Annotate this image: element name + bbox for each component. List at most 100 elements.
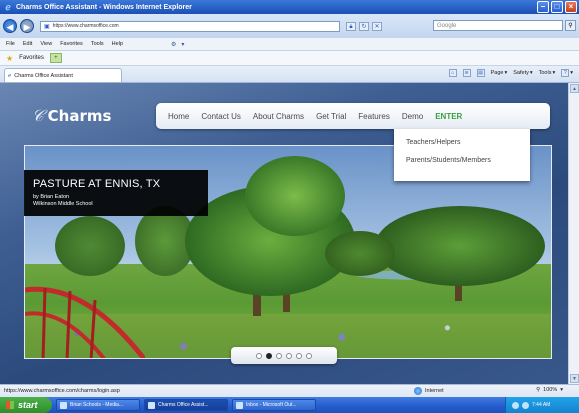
favorites-star-icon[interactable]: ★: [6, 54, 13, 63]
scroll-down-icon[interactable]: ▼: [570, 374, 579, 383]
page-label: Page: [490, 70, 504, 76]
feeds-command[interactable]: ≋: [462, 69, 471, 77]
help-icon: ?: [561, 69, 570, 77]
feeds-icon: ≋: [462, 69, 471, 77]
red-fence: [25, 286, 145, 358]
nav-demo[interactable]: Demo: [402, 112, 423, 121]
menu-edit[interactable]: Edit: [23, 41, 32, 47]
start-button[interactable]: start: [0, 397, 52, 413]
nav-enter[interactable]: ENTER: [435, 112, 462, 121]
close-button[interactable]: ×: [565, 1, 577, 13]
app-icon: [60, 401, 67, 409]
menu-tools[interactable]: Tools: [91, 41, 104, 47]
home-icon: ⌂: [448, 69, 457, 77]
nav-about-charms[interactable]: About Charms: [253, 112, 304, 121]
tree-canopy: [55, 216, 125, 276]
slide-caption-byline: by Brian Eaton: [33, 194, 70, 200]
status-bar: https://www.charmsoffice.com/charms/logi…: [0, 384, 579, 397]
nav-contact-us[interactable]: Contact Us: [201, 112, 241, 121]
help-command[interactable]: ? ▾: [561, 69, 573, 77]
volume-icon[interactable]: [522, 401, 529, 409]
ie-logo-icon: ℯ: [5, 2, 11, 12]
taskbar-item-label: Inbox - Microsoft Out...: [246, 402, 297, 408]
slider-dot[interactable]: [256, 352, 262, 359]
favorites-label[interactable]: Favorites: [19, 55, 44, 61]
slider-dot[interactable]: [266, 352, 272, 359]
address-bar[interactable]: ▣ https://www.charmsoffice.com: [40, 20, 340, 32]
safety-command[interactable]: Safety ▾: [513, 70, 532, 76]
maximize-button[interactable]: □: [551, 1, 563, 13]
forward-button[interactable]: ▶: [20, 19, 34, 33]
address-url: https://www.charmsoffice.com: [52, 23, 119, 29]
refresh-icon[interactable]: ↻: [359, 21, 369, 31]
dropdown-item-parents[interactable]: Parents/Students/Members: [406, 157, 530, 164]
browser-tab-active[interactable]: ℯ Charms Office Assistant: [4, 68, 122, 82]
taskbar-item-media[interactable]: Brian Schools - Media...: [56, 399, 140, 411]
menu-favorites[interactable]: Favorites: [60, 41, 83, 47]
vertical-scrollbar[interactable]: ▲ ▼: [568, 83, 579, 384]
dropdown-item-teachers[interactable]: Teachers/Helpers: [406, 139, 530, 146]
stop-icon[interactable]: ✕: [372, 21, 382, 31]
network-icon[interactable]: [512, 401, 519, 409]
window-title-bar: ℯ Charms Office Assistant - Windows Inte…: [0, 0, 579, 14]
home-command[interactable]: ⌂: [448, 69, 457, 77]
slider-dot[interactable]: [296, 352, 302, 359]
windows-taskbar: start Brian Schools - Media... Charms Of…: [0, 397, 579, 413]
back-button[interactable]: ◀: [3, 19, 17, 33]
menu-help[interactable]: Help: [112, 41, 123, 47]
security-zone[interactable]: Internet: [414, 387, 444, 395]
system-tray: 7:44 AM: [505, 397, 579, 413]
favorites-bar: ★ Favorites +: [0, 51, 579, 66]
clock: 7:44 AM: [532, 402, 551, 408]
nav-get-trial[interactable]: Get Trial: [316, 112, 346, 121]
chevron-down-icon: ▾: [560, 387, 563, 393]
slider-dot[interactable]: [286, 352, 292, 359]
scroll-up-icon[interactable]: ▲: [570, 84, 579, 93]
add-favorite-icon[interactable]: +: [49, 53, 62, 63]
window-title: Charms Office Assistant - Windows Intern…: [16, 3, 192, 11]
windows-flag-icon: [6, 401, 14, 409]
taskbar-item-outlook[interactable]: Inbox - Microsoft Out...: [232, 399, 316, 411]
logo-swoosh-icon: 𝒞: [32, 106, 44, 125]
command-bar: ⌂ ≋ ▤ Page ▾ Safety ▾ Tools ▾ ? ▾: [448, 69, 573, 77]
magnifier-icon: ⚲: [536, 387, 541, 393]
slider-dot[interactable]: [306, 352, 312, 359]
print-icon: ▤: [476, 69, 485, 77]
menu-view[interactable]: View: [40, 41, 52, 47]
tools-command[interactable]: Tools ▾: [539, 70, 556, 76]
nav-features[interactable]: Features: [358, 112, 390, 121]
page-viewport: 𝒞 Charms Home Contact Us About Charms Ge…: [0, 83, 568, 384]
tab-row: ℯ Charms Office Assistant ⌂ ≋ ▤ Page ▾ Sa…: [0, 66, 579, 83]
search-input[interactable]: Google: [433, 20, 563, 31]
dropdown-chevron-icon[interactable]: ▾: [181, 41, 184, 48]
globe-icon: [414, 387, 422, 395]
tools-gear-icon[interactable]: ⚙: [171, 41, 176, 48]
taskbar-item-label: Brian Schools - Media...: [70, 402, 124, 408]
window-controls: – □ ×: [537, 1, 577, 13]
page-icon: ▣: [44, 23, 50, 30]
safety-label: Safety: [513, 70, 529, 76]
nav-home[interactable]: Home: [168, 112, 189, 121]
enter-dropdown-menu: Teachers/Helpers Parents/Students/Member…: [394, 129, 530, 181]
taskbar-item-charms[interactable]: Charms Office Assist...: [144, 399, 228, 411]
slider-pagination: [231, 347, 337, 364]
zoom-control[interactable]: ⚲ 100% ▾: [536, 387, 563, 393]
app-icon: [148, 401, 155, 409]
print-command[interactable]: ▤: [476, 69, 485, 77]
search-icon[interactable]: ⚲: [565, 20, 576, 31]
slider-dot[interactable]: [276, 352, 282, 359]
tree-canopy: [325, 231, 395, 276]
lock-icon[interactable]: 🔒︎: [346, 21, 356, 31]
site-logo[interactable]: 𝒞 Charms: [32, 106, 111, 126]
address-row: ◀ ▶ ▣ https://www.charmsoffice.com 🔒︎ ↻ …: [0, 14, 579, 38]
tools-label: Tools: [538, 70, 552, 76]
address-tools: 🔒︎ ↻ ✕: [346, 21, 382, 31]
taskbar-item-label: Charms Office Assist...: [158, 402, 209, 408]
menu-toolbar-icons: ⚙ ▾: [171, 41, 184, 48]
logo-text: Charms: [47, 107, 112, 125]
menu-file[interactable]: File: [6, 41, 15, 47]
search-placeholder: Google: [437, 23, 457, 29]
page-command[interactable]: Page ▾: [491, 70, 508, 76]
app-icon: [236, 401, 243, 409]
minimize-button[interactable]: –: [537, 1, 549, 13]
